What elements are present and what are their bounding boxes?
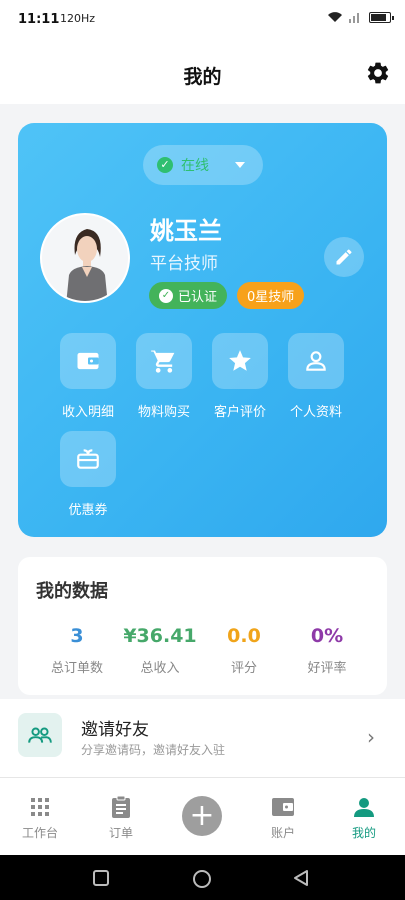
cart-icon: [151, 349, 175, 373]
gear-icon[interactable]: [365, 60, 391, 86]
invite-friends-row[interactable]: 邀请好友 分享邀请码，邀请好友入驻 ›: [0, 699, 405, 777]
back-icon[interactable]: [292, 869, 310, 887]
status-time: 11:11: [18, 12, 60, 27]
page-header: 我的: [0, 40, 405, 104]
battery-icon: [369, 11, 394, 23]
action-label: 优惠券: [68, 503, 108, 518]
tab-label: 工作台: [21, 826, 58, 840]
chevron-right-icon: ›: [367, 725, 375, 749]
stat-label: 总收入: [140, 661, 180, 676]
action-material-purchase[interactable]: 物料购买: [126, 333, 202, 420]
check-icon: ✓: [157, 157, 173, 173]
action-income-details[interactable]: 收入明细: [50, 333, 126, 420]
action-icon-box: [60, 333, 116, 389]
profile-card: ✓ 在线 姚玉兰 平台技师 ✓ 已认证 0星技师 收入明细 物料购买 客户评价 …: [18, 123, 387, 537]
tab-orders[interactable]: 订单: [81, 794, 161, 841]
status-icons: [327, 11, 394, 23]
stat-total-income[interactable]: ¥36.41 总收入: [115, 625, 205, 676]
stat-label: 好评率: [307, 661, 347, 676]
action-label: 物料购买: [137, 405, 190, 420]
invite-icon-box: [18, 713, 62, 757]
system-nav-bar: [0, 855, 405, 900]
verified-label: 已认证: [178, 290, 218, 305]
avatar[interactable]: [40, 213, 130, 303]
action-icon-box: [212, 333, 268, 389]
level-badge: 0星技师: [237, 282, 305, 309]
stat-value: 0.0: [227, 625, 261, 647]
verified-badge: ✓ 已认证: [149, 282, 228, 309]
stat-label: 总订单数: [50, 661, 103, 676]
wallet-icon: [77, 352, 99, 370]
tab-label: 订单: [108, 826, 133, 840]
refresh-rate: 120: [60, 12, 81, 25]
person-icon: [306, 351, 326, 371]
recent-apps-icon[interactable]: [92, 869, 110, 887]
tab-account[interactable]: 账户: [243, 794, 323, 841]
action-personal-info[interactable]: 个人资料: [278, 333, 354, 420]
action-customer-reviews[interactable]: 客户评价: [202, 333, 278, 420]
edit-profile-button[interactable]: [324, 237, 364, 277]
stat-rating[interactable]: 0.0 评分: [199, 625, 289, 676]
avatar-image: [42, 215, 128, 301]
status-indicators: 120Hz: [60, 12, 95, 25]
action-icon-box: [288, 333, 344, 389]
invite-title: 邀请好友: [81, 720, 149, 740]
stat-value: ¥36.41: [123, 625, 197, 647]
online-status-dropdown[interactable]: ✓ 在线: [143, 145, 263, 185]
grid-icon: [31, 798, 49, 816]
wallet-icon: [272, 798, 294, 816]
stat-total-orders[interactable]: 3 总订单数: [32, 625, 122, 676]
check-icon: ✓: [159, 288, 173, 303]
invite-subtitle: 分享邀请码，邀请好友入驻: [81, 743, 226, 757]
stat-value: 0%: [310, 625, 344, 647]
tab-add[interactable]: +: [162, 796, 242, 836]
wifi-icon: [328, 12, 342, 22]
action-icon-box: [60, 431, 116, 487]
star-icon: [229, 350, 251, 371]
tab-label: 账户: [270, 826, 295, 840]
people-icon: [28, 727, 52, 743]
pencil-icon: [336, 249, 352, 265]
stat-label: 评分: [230, 661, 257, 676]
action-label: 收入明细: [61, 405, 114, 420]
page-title: 我的: [183, 66, 222, 88]
action-coupons[interactable]: 优惠券: [50, 431, 126, 518]
home-icon[interactable]: [192, 869, 212, 889]
person-icon: [354, 798, 374, 817]
my-data-card: 我的数据 3 总订单数 ¥36.41 总收入 0.0 评分 0% 好评率: [18, 557, 387, 695]
tab-workbench[interactable]: 工作台: [0, 794, 80, 841]
gift-icon: [77, 449, 99, 469]
my-data-title: 我的数据: [36, 581, 108, 602]
tab-label: 我的: [351, 826, 376, 840]
chevron-down-icon: [235, 162, 245, 168]
tab-mine[interactable]: 我的: [324, 794, 404, 841]
online-status-label: 在线: [181, 158, 209, 174]
user-name: 姚玉兰: [150, 217, 222, 245]
signal-icon: [349, 13, 359, 23]
bottom-tab-bar: 工作台 订单 + 账户 我的: [0, 777, 405, 855]
action-icon-box: [136, 333, 192, 389]
action-label: 个人资料: [289, 405, 342, 420]
refresh-rate-unit: Hz: [81, 12, 96, 25]
plus-icon: +: [182, 796, 222, 836]
user-role: 平台技师: [150, 254, 218, 274]
status-bar: 11:11 120Hz: [0, 0, 405, 40]
stat-value: 3: [70, 625, 84, 647]
action-label: 客户评价: [213, 405, 266, 420]
clipboard-icon: [112, 795, 130, 818]
stat-positive-rate[interactable]: 0% 好评率: [282, 625, 372, 676]
